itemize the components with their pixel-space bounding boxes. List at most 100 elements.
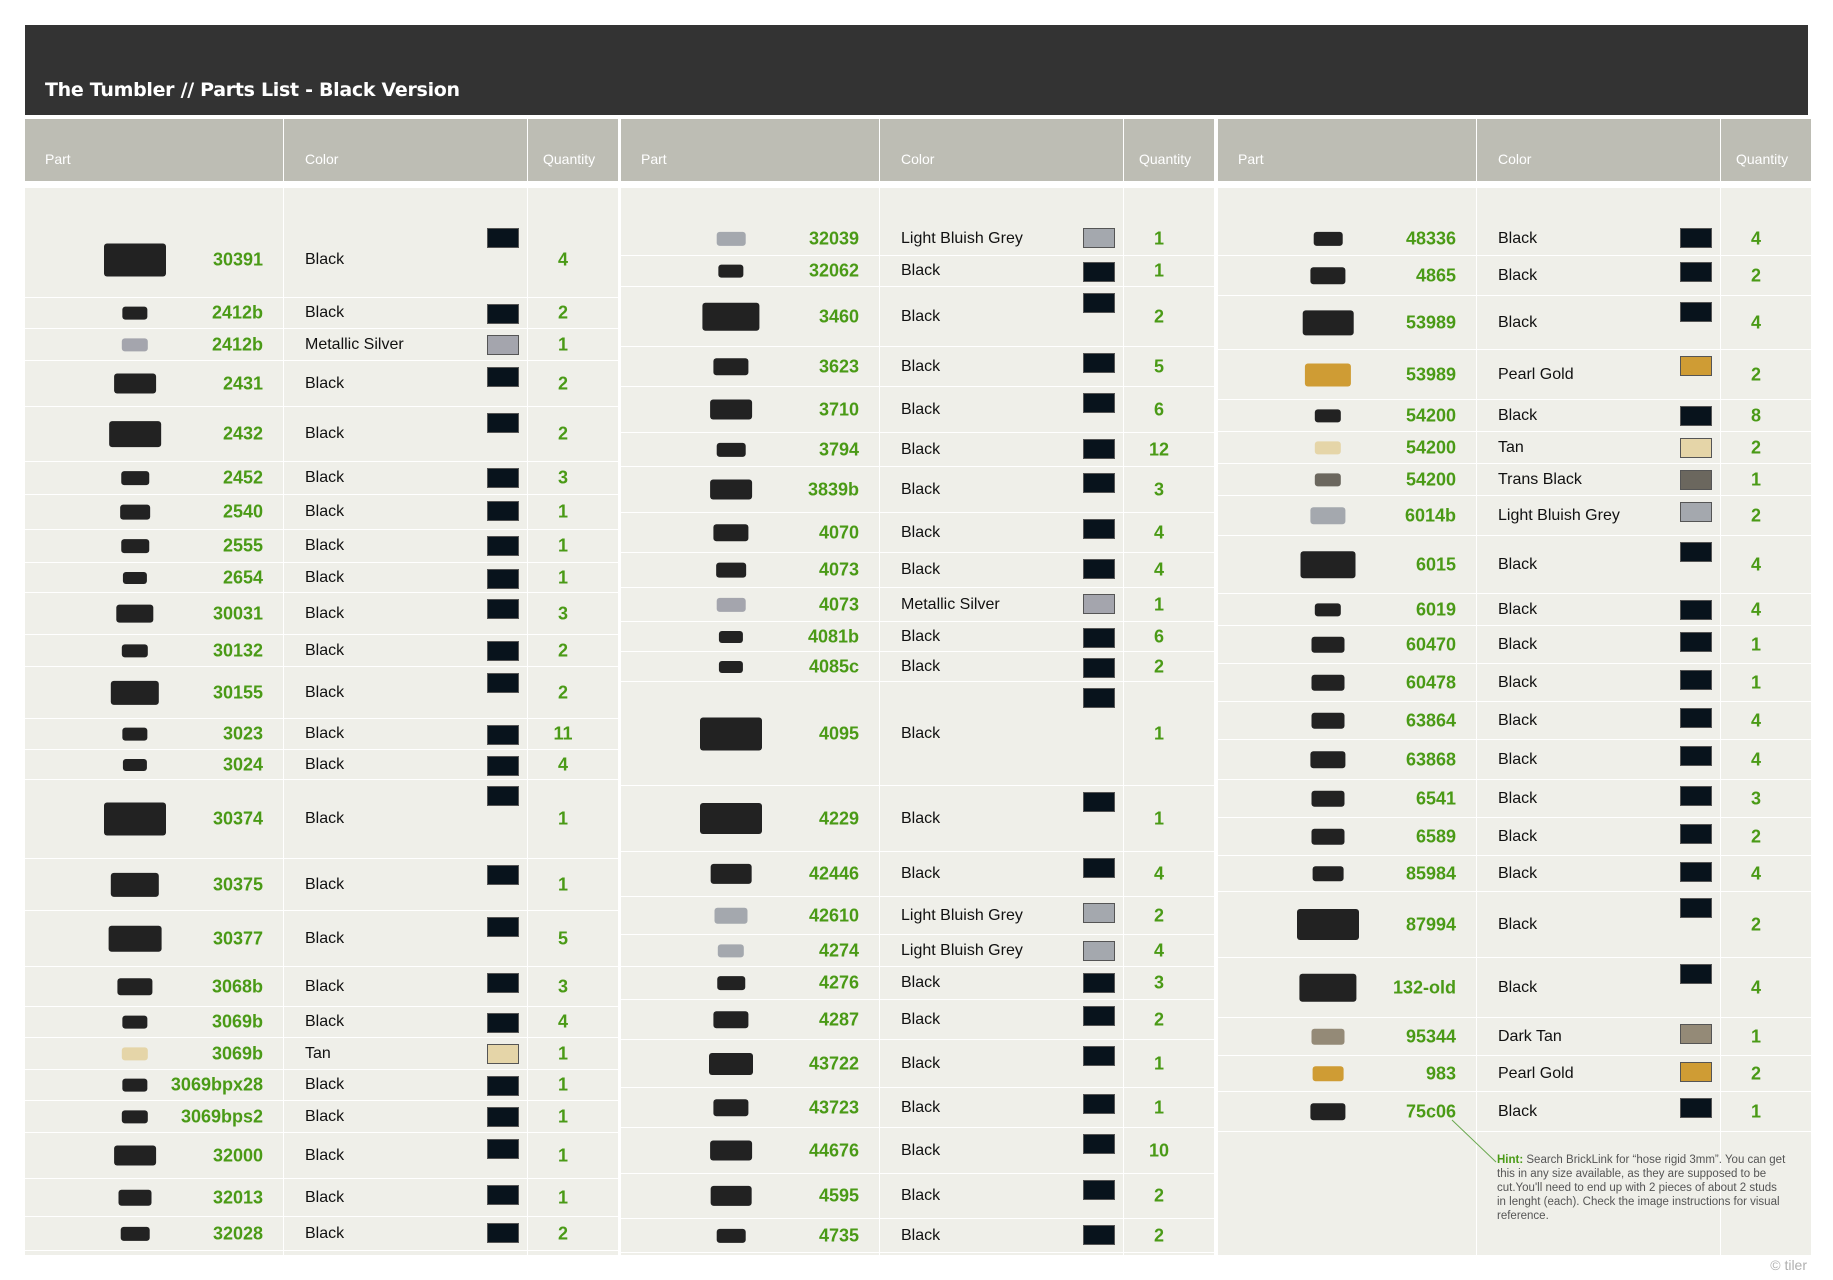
color-name: Black (305, 1076, 345, 1093)
part-row: 2654 Black 1 (25, 563, 618, 593)
color-name: Black (901, 1054, 941, 1072)
part-row: 4085c Black 2 (621, 652, 1214, 682)
color-name: Black (305, 250, 345, 268)
part-row: 4274 Light Bluish Grey 4 (621, 935, 1214, 967)
part-number: 30377 (212, 928, 263, 948)
part-row: 6014b Light Bluish Grey 2 (1218, 496, 1811, 536)
part-row: 44676 Black 10 (621, 1128, 1214, 1174)
quantity-value: 2 (557, 1223, 568, 1243)
part-row: 30377 Black 5 (25, 911, 618, 967)
part-row: 6541 Black 3 (1218, 780, 1811, 818)
part-number: 3069b (211, 1043, 263, 1063)
part-row: 42446 Black 4 (621, 852, 1214, 897)
color-swatch (1680, 898, 1712, 918)
color-swatch (487, 1013, 519, 1033)
part-number: 32028 (212, 1223, 263, 1243)
part-image-icon (1310, 750, 1346, 769)
part-number: 87994 (1405, 914, 1456, 934)
quantity-value: 2 (1750, 826, 1761, 846)
part-image-icon (1312, 865, 1344, 882)
color-name: Black (901, 974, 941, 991)
part-row: 4865 Black 2 (1218, 256, 1811, 296)
header-gap (25, 181, 618, 188)
part-image-icon (1311, 828, 1345, 845)
part-row: 4095 Black 1 (621, 682, 1214, 786)
part-number: 132-old (1392, 977, 1456, 997)
part-row: 30374 Black 1 (25, 780, 618, 859)
column-header: Part Color Quantity (621, 119, 1214, 181)
quantity-value: 5 (1153, 356, 1164, 376)
color-swatch (1083, 1225, 1115, 1245)
header-part: Part (45, 151, 71, 167)
part-image-icon (1311, 790, 1345, 807)
quantity-value: 1 (1750, 1101, 1761, 1121)
quantity-value: 2 (557, 640, 568, 660)
color-name: Black (1498, 915, 1538, 933)
quantity-value: 4 (1750, 312, 1761, 332)
part-row: 2555 Black 1 (25, 530, 618, 563)
part-image-icon (1311, 674, 1345, 691)
part-number: 4073 (818, 594, 859, 614)
part-row: 4073 Metallic Silver 1 (621, 588, 1214, 622)
color-name: Metallic Silver (305, 335, 404, 353)
part-row: 6015 Black 4 (1218, 536, 1811, 594)
color-swatch (1083, 903, 1115, 923)
quantity-value: 8 (1750, 405, 1761, 425)
part-image-icon (714, 907, 748, 924)
part-row: 54200 Trans Black 1 (1218, 464, 1811, 496)
part-row: 48336 Black 4 (1218, 222, 1811, 256)
part-number: 3460 (818, 306, 859, 326)
color-name: Tan (1498, 438, 1524, 456)
part-number: 30391 (212, 249, 263, 269)
part-row: 53989 Pearl Gold 2 (1218, 350, 1811, 400)
color-swatch (487, 673, 519, 693)
color-name: Black (901, 1187, 941, 1204)
quantity-value: 4 (1750, 599, 1761, 619)
color-name: Black (305, 604, 345, 622)
color-name: Black (901, 440, 941, 458)
header-separator (1476, 119, 1477, 181)
header-quantity: Quantity (1139, 151, 1192, 167)
part-number: 6019 (1415, 599, 1456, 619)
color-swatch (487, 304, 519, 324)
color-name: Black (901, 400, 941, 418)
color-swatch (487, 599, 519, 619)
color-name: Trans Black (1498, 470, 1582, 488)
part-image-icon (710, 1185, 752, 1207)
color-name: Black (901, 561, 941, 578)
part-image-icon (121, 471, 149, 485)
part-row: 6589 Black 2 (1218, 818, 1811, 856)
part-row: 3710 Black 6 (621, 387, 1214, 433)
part-image-icon (122, 1078, 148, 1092)
quantity-value: 1 (557, 334, 568, 354)
color-name: Black (901, 307, 941, 325)
part-image-icon (104, 802, 166, 836)
quantity-value: 2 (1153, 656, 1164, 676)
quantity-value: 1 (557, 567, 568, 587)
part-number: 30132 (212, 640, 263, 660)
quantity-value: 1 (1153, 228, 1164, 248)
quantity-value: 2 (557, 302, 568, 323)
color-swatch (487, 756, 519, 776)
color-name: Black (305, 568, 345, 586)
part-image-icon (1311, 1028, 1345, 1045)
part-row: 4073 Black 4 (621, 553, 1214, 588)
color-swatch (1680, 862, 1712, 882)
quantity-value: 4 (1153, 863, 1164, 884)
color-swatch (1083, 439, 1115, 459)
color-swatch (487, 1185, 519, 1205)
part-number: 63868 (1405, 749, 1456, 769)
part-number: 32039 (808, 228, 859, 248)
color-name: Black (1498, 313, 1538, 331)
quantity-value: 1 (557, 1106, 568, 1126)
header-part: Part (1238, 151, 1264, 167)
part-row: 4287 Black 2 (621, 1000, 1214, 1040)
quantity-value: 4 (1750, 977, 1761, 997)
quantity-value: 4 (557, 1011, 568, 1032)
part-image-icon (110, 872, 160, 897)
part-image-icon (122, 306, 148, 320)
color-name: Black (305, 810, 345, 827)
quantity-value: 1 (1153, 260, 1164, 281)
part-row: 32062 Black 1 (621, 256, 1214, 287)
color-name: Black (1498, 600, 1538, 618)
